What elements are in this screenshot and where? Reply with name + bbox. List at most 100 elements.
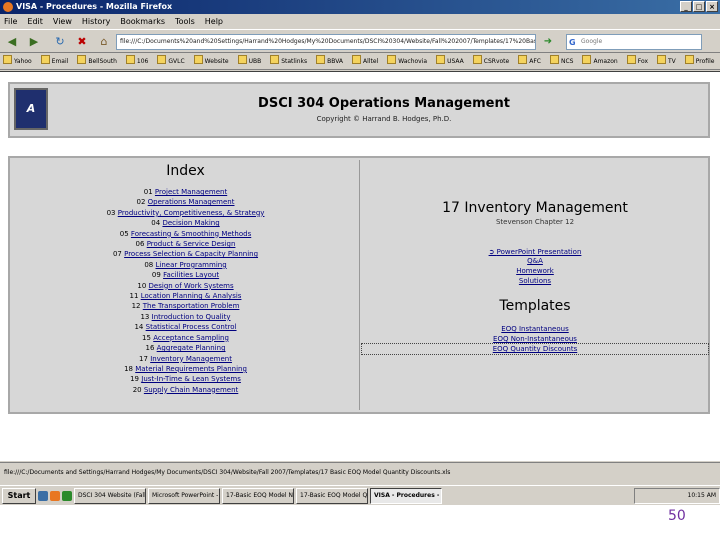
taskbar-item[interactable]: DSCI 304 Website (Fall...	[74, 487, 146, 504]
index-link[interactable]: Productivity, Competitiveness, & Strateg…	[118, 209, 265, 217]
menu-tools[interactable]: Tools	[175, 14, 195, 29]
index-link[interactable]: Supply Chain Management	[144, 386, 238, 394]
index-link[interactable]: Statistical Process Control	[146, 323, 237, 331]
index-item: 03 Productivity, Competitiveness, & Stra…	[106, 208, 265, 217]
bookmark-item[interactable]: Email	[41, 54, 69, 69]
index-link[interactable]: Material Requirements Planning	[135, 365, 247, 373]
bookmark-item[interactable]: Wachovia	[387, 54, 427, 69]
stop-icon[interactable]: ✖	[74, 34, 90, 50]
minimize-button[interactable]: _	[680, 1, 692, 12]
menu-bookmarks[interactable]: Bookmarks	[120, 14, 165, 29]
taskbar-item-active[interactable]: VISA - Procedures - Mo...	[370, 487, 442, 504]
forward-arrow-icon[interactable]: ▶	[26, 34, 42, 50]
bookmark-item[interactable]: TV	[657, 54, 676, 69]
template-link[interactable]: EOQ Quantity Discounts	[361, 343, 709, 355]
back-arrow-icon[interactable]: ◀	[4, 34, 20, 50]
bookmark-item[interactable]: BellSouth	[77, 54, 117, 69]
menu-bar: File Edit View History Bookmarks Tools H…	[0, 14, 720, 29]
arrow-icon: ➲	[488, 248, 497, 256]
index-link[interactable]: Acceptance Sampling	[153, 334, 229, 342]
navigation-toolbar: ◀ ▶ ↻ ✖ ⌂ file:///C:/Documents%20and%20S…	[0, 29, 720, 53]
index-link[interactable]: Introduction to Quality	[152, 313, 231, 321]
clock: 10:15 AM	[687, 491, 716, 499]
close-button[interactable]: ×	[706, 1, 718, 12]
index-link[interactable]: Facilities Layout	[163, 271, 219, 279]
index-link[interactable]: The Transportation Problem	[143, 302, 240, 310]
index-link[interactable]: Aggregate Planning	[157, 344, 226, 352]
index-link[interactable]: Process Selection & Capacity Planning	[124, 250, 258, 258]
bookmark-item[interactable]: Alltel	[352, 54, 378, 69]
menu-edit[interactable]: Edit	[27, 14, 43, 29]
course-title: DSCI 304 Operations Management	[258, 96, 510, 111]
index-item: 19 Just-In-Time & Lean Systems	[130, 375, 241, 384]
index-item: 13 Introduction to Quality	[140, 312, 231, 321]
solutions-link[interactable]: Solutions	[362, 276, 708, 286]
index-link[interactable]: Forecasting & Smoothing Methods	[131, 230, 251, 238]
index-link[interactable]: Inventory Management	[150, 355, 232, 363]
menu-history[interactable]: History	[82, 14, 110, 29]
menu-file[interactable]: File	[4, 14, 17, 29]
taskbar-item[interactable]: Microsoft PowerPoint - [...	[148, 487, 220, 504]
taskbar-item[interactable]: 17-Basic EOQ Model Q...	[296, 487, 368, 504]
powerpoint-link[interactable]: ➲ PowerPoint Presentation	[362, 248, 708, 256]
title-bar: VISA - Procedures - Mozilla Firefox _ □ …	[0, 0, 720, 14]
quicklaunch-icon[interactable]	[50, 490, 60, 501]
bookmark-item[interactable]: CSRvote	[473, 54, 509, 69]
maximize-button[interactable]: □	[693, 1, 705, 12]
course-header: A DSCI 304 Operations Management Copyrig…	[8, 82, 710, 138]
template-link[interactable]: EOQ Instantaneous	[362, 324, 708, 334]
index-title: Index	[166, 163, 205, 179]
home-icon[interactable]: ⌂	[96, 34, 112, 50]
bookmark-item[interactable]: BBVA	[316, 54, 343, 69]
taskbar-item[interactable]: 17-Basic EOQ Model Nonins...	[222, 487, 294, 504]
reload-icon[interactable]: ↻	[52, 34, 68, 50]
index-item: 15 Acceptance Sampling	[142, 333, 229, 342]
index-link[interactable]: Just-In-Time & Lean Systems	[141, 375, 241, 383]
google-icon: G	[569, 38, 576, 47]
index-link[interactable]: Project Management	[155, 188, 227, 196]
start-button[interactable]: Start	[2, 487, 36, 504]
search-input[interactable]: G Google	[566, 34, 702, 50]
bookmark-item[interactable]: Profile	[685, 54, 715, 69]
taskbar: Start DSCI 304 Website (Fall... Microsof…	[0, 485, 720, 505]
go-icon[interactable]: ➜	[540, 34, 556, 50]
bookmark-item[interactable]: Fox	[627, 54, 648, 69]
menu-help[interactable]: Help	[205, 14, 223, 29]
index-item: 17 Inventory Management	[139, 354, 232, 363]
chapter-column: 17 Inventory Management Stevenson Chapte…	[361, 160, 709, 410]
status-bar: file:///C:/Documents and Settings/Harran…	[0, 462, 720, 484]
bookmark-item[interactable]: Amazon	[582, 54, 617, 69]
bookmark-item[interactable]: Website	[194, 54, 229, 69]
index-link[interactable]: Design of Work Systems	[149, 282, 234, 290]
quicklaunch-icon[interactable]	[62, 490, 72, 501]
main-panel: Index 01 Project Management 02 Operation…	[8, 156, 710, 414]
bookmark-item[interactable]: USAA	[436, 54, 464, 69]
bookmarks-toolbar: Yahoo Email BellSouth 106 GVLC Website U…	[0, 54, 720, 70]
address-bar[interactable]: file:///C:/Documents%20and%20Settings/Ha…	[116, 34, 536, 50]
copyright-text: Copyright © Harrand B. Hodges, Ph.D.	[316, 115, 452, 123]
bookmark-item[interactable]: Yahoo	[3, 54, 32, 69]
quicklaunch-icon[interactable]	[38, 490, 48, 501]
bookmark-item[interactable]: NCS	[550, 54, 574, 69]
qa-link[interactable]: Q&A	[362, 256, 708, 266]
menu-view[interactable]: View	[53, 14, 72, 29]
bookmark-item[interactable]: 106	[126, 54, 148, 69]
index-link[interactable]: Linear Programming	[155, 261, 226, 269]
index-link[interactable]: Location Planning & Analysis	[141, 292, 242, 300]
index-link[interactable]: Decision Making	[162, 219, 219, 227]
template-link[interactable]: EOQ Non-Instantaneous	[362, 334, 708, 344]
bookmark-item[interactable]: Statlinks	[270, 54, 307, 69]
system-tray: 10:15 AM	[634, 487, 720, 504]
bookmark-item[interactable]: GVLC	[157, 54, 184, 69]
index-link[interactable]: Product & Service Design	[147, 240, 236, 248]
bookmark-item[interactable]: UBB	[238, 54, 262, 69]
homework-link[interactable]: Homework	[362, 266, 708, 276]
index-link[interactable]: Operations Management	[148, 198, 235, 206]
index-item: 07 Process Selection & Capacity Planning	[112, 250, 259, 259]
index-item: 11 Location Planning & Analysis	[129, 292, 242, 301]
window-title: VISA - Procedures - Mozilla Firefox	[16, 2, 173, 11]
index-item: 14 Statistical Process Control	[134, 323, 237, 332]
index-item: 10 Design of Work Systems	[137, 281, 234, 290]
browser-window: VISA - Procedures - Mozilla Firefox _ □ …	[0, 0, 720, 505]
bookmark-item[interactable]: AFC	[518, 54, 541, 69]
